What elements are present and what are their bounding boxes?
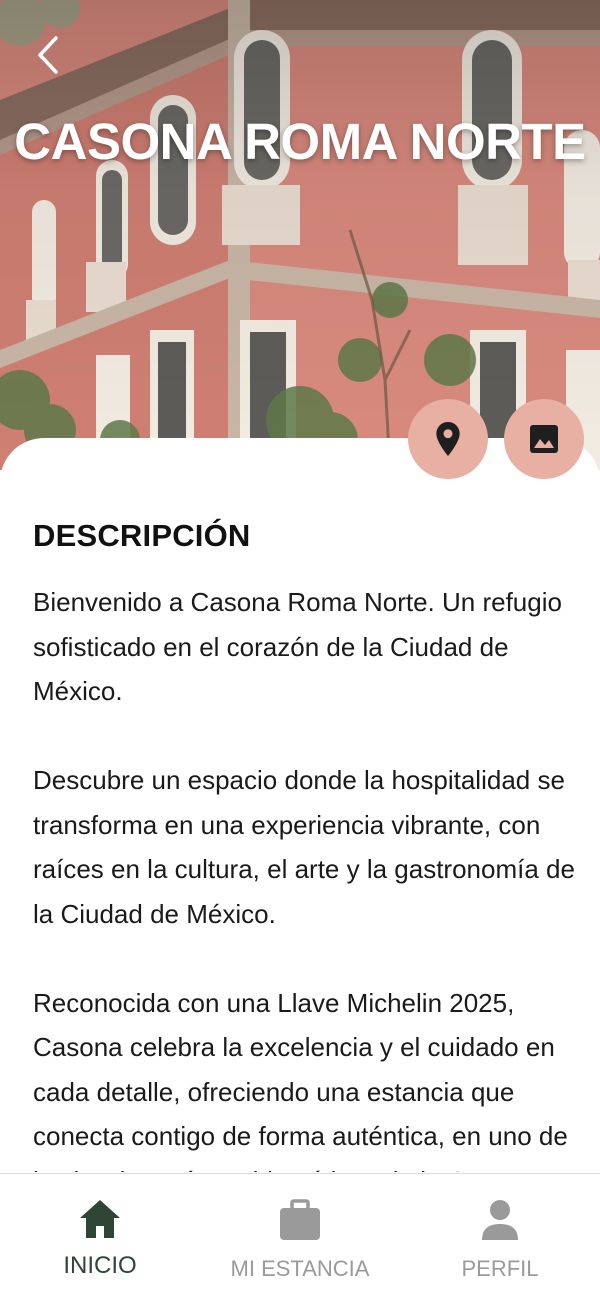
property-title: CASONA ROMA NORTE <box>14 113 586 170</box>
hero-image: CASONA ROMA NORTE <box>0 0 600 470</box>
nav-item-perfil[interactable]: PERFIL <box>400 1174 600 1299</box>
briefcase-icon <box>280 1199 320 1240</box>
gallery-button[interactable] <box>504 399 584 479</box>
hotel-detail-screen: CASONA ROMA NORTE DESCRIPCIÓN Bienvenido… <box>0 0 600 1299</box>
image-icon <box>530 425 558 453</box>
chevron-left-icon <box>38 36 58 74</box>
location-button[interactable] <box>408 399 488 479</box>
person-icon <box>482 1200 518 1240</box>
description-paragraph: Descubre un espacio donde la hospitalida… <box>33 765 575 929</box>
description-paragraph: Bienvenido a Casona Roma Norte. Un refug… <box>33 587 562 706</box>
hero-overlay <box>0 0 600 470</box>
description-paragraph: Reconocida con una Llave Michelin 2025, … <box>33 987 568 1173</box>
map-pin-icon <box>436 422 460 456</box>
nav-label-mi-estancia: MI ESTANCIA <box>230 1256 370 1281</box>
home-icon <box>80 1200 120 1238</box>
description-heading: DESCRIPCIÓN <box>33 518 251 553</box>
nav-label-perfil: PERFIL <box>461 1256 539 1281</box>
nav-item-mi-estancia[interactable]: MI ESTANCIA <box>200 1174 400 1299</box>
bottom-navigation: INICIO MI ESTANCIA PERFIL <box>0 1173 600 1299</box>
nav-item-inicio[interactable]: INICIO <box>0 1174 200 1299</box>
nav-label-inicio: INICIO <box>63 1252 137 1279</box>
back-button[interactable] <box>26 30 70 80</box>
description-body: Bienvenido a Casona Roma Norte. Un refug… <box>33 580 578 1172</box>
